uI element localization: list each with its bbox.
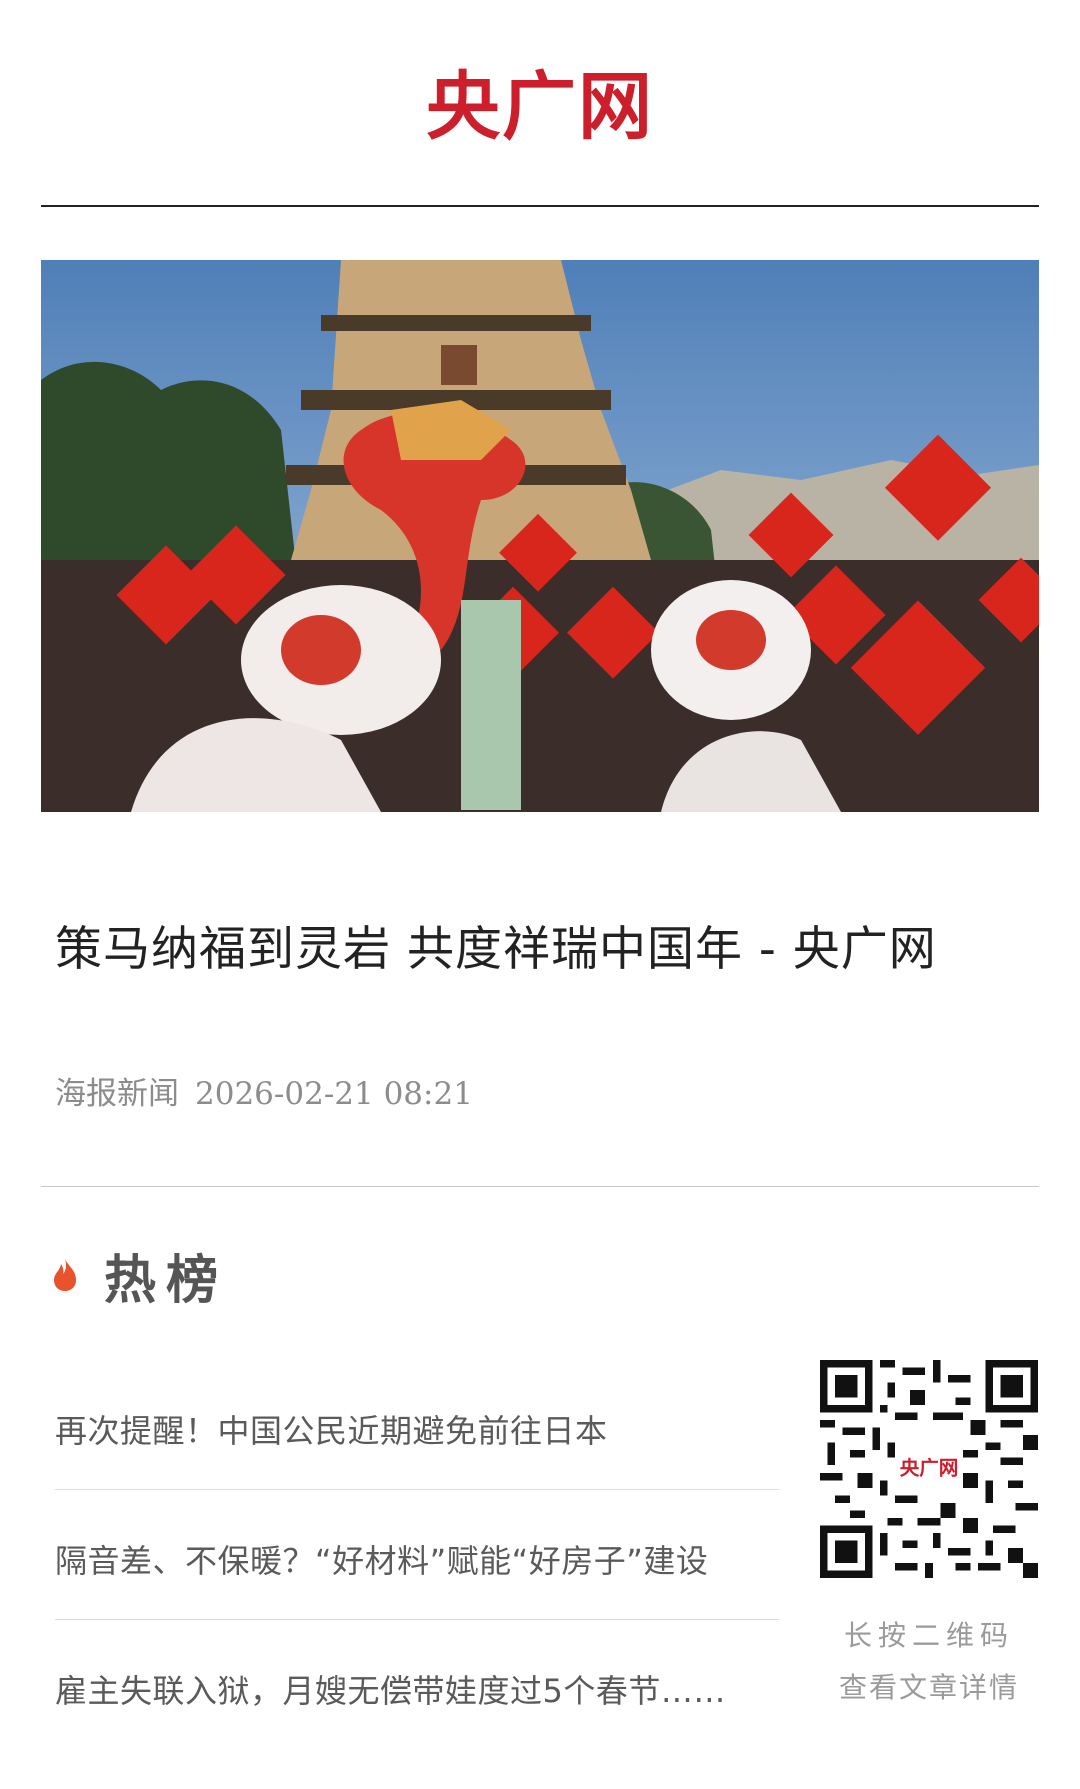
article-meta: 海报新闻 2026-02-21 08:21 <box>55 1068 473 1113</box>
hot-list-item[interactable]: 再次提醒！中国公民近期避免前往日本 <box>55 1360 779 1490</box>
qr-caption-line2: 查看文章详情 <box>838 1671 1019 1704</box>
hero-photo <box>41 260 1039 812</box>
site-logo[interactable]: 央广网 <box>426 70 654 144</box>
hot-list-item[interactable]: 隔音差、不保暖？“好材料”赋能“好房子”建设 <box>55 1490 779 1620</box>
hot-list-title: 热榜 <box>104 1249 229 1311</box>
qr-caption-line1: 长按二维码 <box>843 1619 1014 1652</box>
hot-list: 再次提醒！中国公民近期避免前往日本 隔音差、不保暖？“好材料”赋能“好房子”建设… <box>55 1360 779 1750</box>
hot-list-item[interactable]: 雇主失联入狱，月嫂无偿带娃度过5个春节…… <box>55 1620 779 1750</box>
site-logo-wrap: 央广网 <box>0 70 1080 144</box>
article-source: 海报新闻 <box>55 1076 179 1112</box>
article-datetime: 2026-02-21 08:21 <box>195 1076 473 1112</box>
flame-icon <box>54 1259 76 1291</box>
article-title[interactable]: 策马纳福到灵岩 共度祥瑞中国年 - 央广网 <box>55 910 1035 979</box>
qr-center-logo: 央广网 <box>900 1456 959 1479</box>
header-divider <box>41 205 1039 207</box>
section-divider <box>41 1186 1039 1187</box>
qr-code[interactable]: 央广网 <box>820 1360 1038 1578</box>
hot-list-header: 热榜 <box>52 1240 229 1311</box>
article-hero-image[interactable] <box>41 260 1039 812</box>
